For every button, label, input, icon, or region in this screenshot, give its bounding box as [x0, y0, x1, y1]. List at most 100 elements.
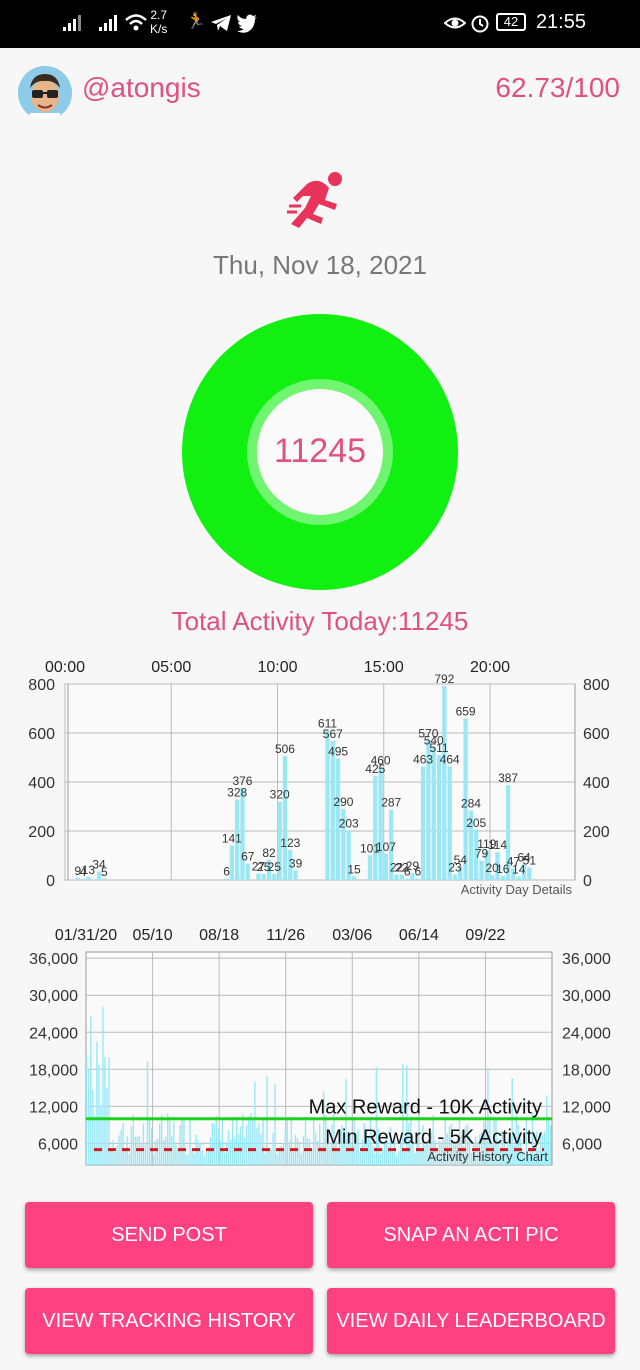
history-bar: [217, 1128, 220, 1165]
y-tick-left: 24,000: [29, 1025, 78, 1042]
history-bar: [92, 1089, 94, 1165]
history-bar: [116, 1145, 118, 1165]
bar-value-label: 320: [270, 788, 290, 802]
send-post-button[interactable]: SEND POST: [25, 1202, 313, 1268]
bar-value-label: 567: [323, 727, 343, 741]
y-tick-right: 800: [583, 677, 610, 694]
history-bar: [286, 1119, 289, 1165]
history-bar: [395, 1155, 398, 1165]
snap-pic-button[interactable]: SNAP AN ACTI PIC: [327, 1202, 615, 1268]
bar-value-label: 6: [414, 865, 421, 879]
history-bar: [308, 1138, 311, 1165]
history-bar: [296, 1138, 299, 1165]
day-bar: [378, 767, 383, 880]
signal-icon: [99, 15, 117, 31]
day-bar: [490, 875, 495, 880]
day-bar: [256, 873, 261, 880]
eye-icon: [444, 17, 466, 29]
history-bar: [260, 1134, 262, 1165]
bar-value-label: 15: [347, 862, 361, 876]
day-bar: [367, 855, 373, 880]
history-bar: [209, 1137, 212, 1165]
history-bar: [152, 1154, 155, 1165]
bar-value-label: 25: [268, 860, 282, 874]
history-bar: [268, 1149, 270, 1165]
history-bar: [298, 1141, 301, 1165]
history-bar: [302, 1136, 305, 1165]
history-bar: [158, 1123, 161, 1165]
history-bar: [160, 1114, 163, 1165]
bar-value-label: 290: [333, 795, 353, 809]
bar-value-label: 141: [222, 831, 242, 845]
history-bar: [104, 1056, 106, 1165]
history-bar: [379, 1153, 382, 1165]
y-tick-right: 200: [583, 824, 610, 841]
history-bar: [211, 1123, 214, 1165]
min-reward-label: Min Reward - 5K Activity: [325, 1127, 542, 1149]
avatar[interactable]: [18, 66, 72, 120]
history-bar: [231, 1116, 234, 1165]
bar-value-label: 205: [466, 816, 486, 830]
day-bar: [272, 873, 277, 880]
history-bar: [100, 1105, 102, 1165]
bar-value-label: 107: [376, 840, 396, 854]
history-bar: [266, 1075, 268, 1165]
history-bar: [547, 1117, 550, 1165]
history-bar: [122, 1122, 124, 1165]
history-bar: [304, 1116, 307, 1165]
y-tick-left: 6,000: [38, 1136, 78, 1153]
network-speed: 2.7 K/s: [150, 8, 168, 36]
history-bar: [391, 1151, 394, 1165]
history-bar: [225, 1142, 228, 1165]
bar-value-label: 284: [461, 796, 481, 810]
history-bar: [150, 1128, 153, 1165]
x-tick: 08/18: [199, 927, 239, 944]
history-bar: [274, 1083, 276, 1165]
history-bar: [156, 1138, 159, 1165]
history-bar: [219, 1140, 222, 1165]
history-bar: [235, 1116, 238, 1165]
history-bar: [314, 1132, 317, 1165]
x-tick: 10:00: [257, 659, 297, 676]
x-tick: 05/10: [133, 927, 173, 944]
x-tick: 03/06: [332, 927, 372, 944]
history-bar: [229, 1139, 232, 1165]
y-tick-left: 18,000: [29, 1062, 78, 1079]
view-tracking-history-button[interactable]: VIEW TRACKING HISTORY: [25, 1288, 313, 1354]
day-bar: [431, 747, 436, 880]
history-bar: [193, 1153, 195, 1165]
run-notification-icon: 🏃: [186, 13, 206, 30]
history-bar: [329, 1146, 331, 1165]
activity-ring: 11245: [182, 314, 458, 590]
history-bar: [312, 1118, 315, 1165]
history-bar: [169, 1118, 171, 1165]
day-bar: [452, 874, 458, 880]
history-bar: [181, 1118, 183, 1165]
day-bar: [420, 766, 426, 880]
history-bar: [175, 1144, 177, 1165]
history-bar: [201, 1149, 203, 1165]
day-bar: [527, 867, 532, 880]
history-bar: [306, 1138, 309, 1165]
bar-value-label: 387: [498, 771, 518, 785]
history-bar: [276, 1154, 278, 1165]
history-bar: [162, 1140, 165, 1165]
view-daily-leaderboard-button[interactable]: VIEW DAILY LEADERBOARD: [327, 1288, 615, 1354]
history-bar: [130, 1126, 132, 1165]
bar-value-label: 6: [223, 865, 230, 879]
history-bar: [183, 1119, 185, 1165]
history-bar: [185, 1154, 187, 1165]
x-tick: 15:00: [364, 659, 404, 676]
bar-value-label: 54: [454, 853, 468, 867]
history-bar: [167, 1112, 169, 1165]
history-bar: [205, 1152, 207, 1165]
history-bar: [223, 1152, 226, 1165]
telegram-icon: [211, 15, 231, 31]
history-chart-title: Activity History Chart: [427, 1149, 548, 1164]
history-bar: [140, 1144, 143, 1165]
history-bar: [86, 1055, 88, 1165]
twitter-icon: [237, 14, 257, 33]
history-bar: [284, 1129, 286, 1165]
history-bar: [146, 1061, 149, 1165]
history-bar: [227, 1129, 230, 1165]
